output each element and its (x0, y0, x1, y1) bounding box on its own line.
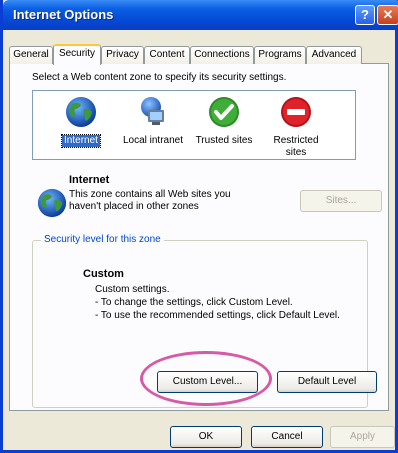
security-level-line2: - To change the settings, click Custom L… (95, 297, 293, 308)
tab-programs[interactable]: Programs (254, 46, 306, 64)
close-button[interactable]: ✕ (377, 5, 398, 25)
zone-label-local-intranet: Local intranet (122, 135, 184, 146)
security-level-line1: Custom settings. (95, 284, 170, 295)
apply-button[interactable]: Apply (330, 426, 395, 448)
tab-advanced[interactable]: Advanced (306, 46, 362, 64)
tab-security[interactable]: Security (53, 44, 101, 65)
zone-item-restricted-sites[interactable]: Restricted sites (262, 95, 330, 159)
cancel-button[interactable]: Cancel (251, 426, 323, 448)
zone-info-title: Internet (69, 174, 110, 186)
zone-label-restricted-sites: Restricted sites (273, 135, 319, 158)
help-button[interactable]: ? (355, 5, 375, 25)
tab-general[interactable]: General (9, 46, 53, 64)
zone-item-local-intranet[interactable]: Local intranet (119, 95, 187, 147)
zone-label-internet: Internet (61, 134, 101, 148)
zone-info-description-line1: This zone contains all Web sites you (69, 189, 231, 200)
title-bar[interactable]: Internet Options ? ✕ (3, 0, 398, 30)
zone-info-description-line2: haven't placed in other zones (69, 201, 199, 212)
sites-button[interactable]: Sites... (300, 190, 382, 212)
zone-item-trusted-sites[interactable]: Trusted sites (190, 95, 258, 147)
security-level-line3: - To use the recommended settings, click… (95, 310, 340, 321)
internet-options-dialog: Internet Options ? ✕ General Security Pr… (0, 0, 398, 453)
custom-level-button[interactable]: Custom Level... (157, 371, 258, 393)
security-level-group-title: Security level for this zone (41, 234, 164, 245)
no-entry-icon (281, 97, 311, 127)
tab-privacy[interactable]: Privacy (101, 46, 144, 64)
zone-list: Internet Local intranet Trusted sites Re… (32, 90, 356, 160)
globe-icon (66, 97, 96, 127)
checkmark-icon (209, 97, 239, 127)
zone-label-trusted-sites: Trusted sites (195, 135, 253, 146)
zone-item-internet[interactable]: Internet (47, 95, 115, 148)
default-level-button[interactable]: Default Level (277, 371, 377, 393)
zone-instruction: Select a Web content zone to specify its… (32, 72, 287, 83)
tab-content[interactable]: Content (144, 46, 190, 64)
security-level-name: Custom (83, 268, 124, 280)
tab-connections[interactable]: Connections (190, 46, 254, 64)
computer-network-icon (141, 97, 164, 125)
internet-zone-globe-icon (37, 188, 67, 218)
window-title: Internet Options (13, 7, 114, 22)
ok-button[interactable]: OK (170, 426, 242, 448)
